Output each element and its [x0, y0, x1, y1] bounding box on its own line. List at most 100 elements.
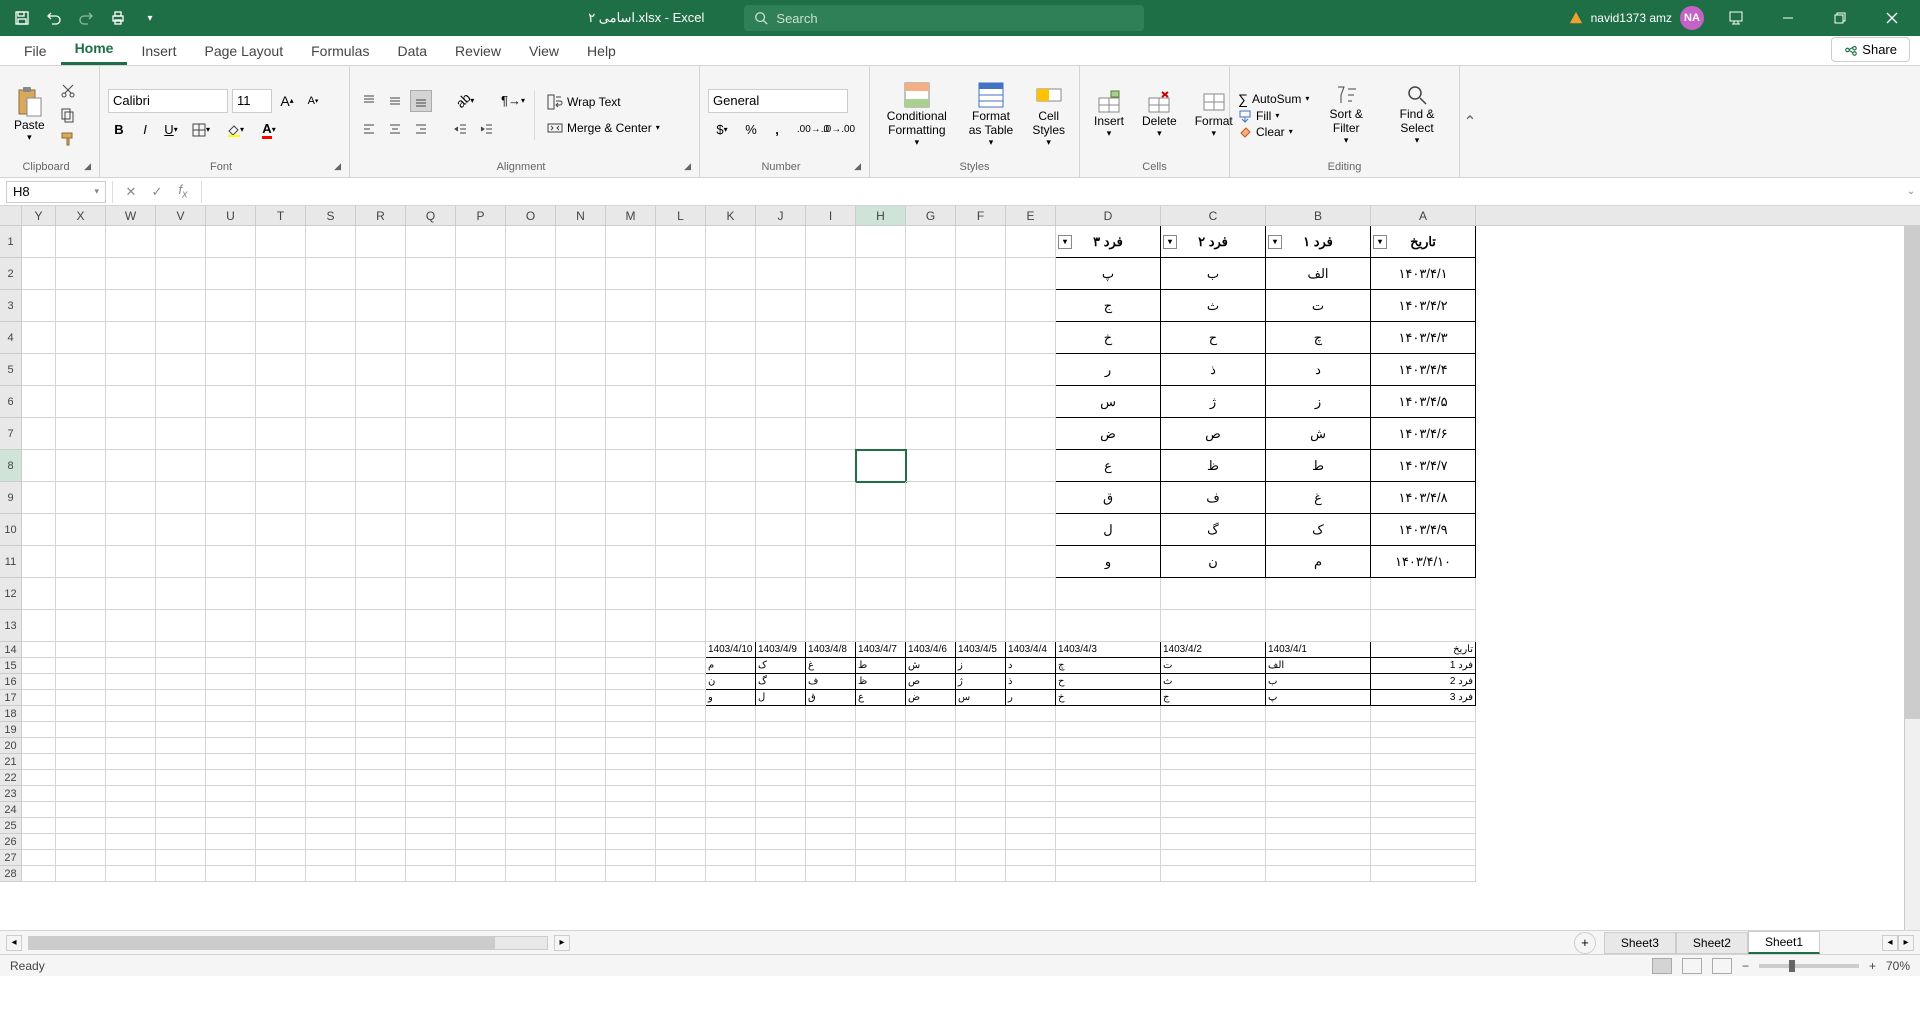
cell-I25[interactable]	[806, 818, 856, 834]
cell-T4[interactable]	[256, 322, 306, 354]
cell-E4[interactable]	[1006, 322, 1056, 354]
cell-D28[interactable]	[1056, 866, 1161, 882]
cell-B16[interactable]: ب	[1266, 674, 1371, 690]
cell-D11[interactable]: و	[1056, 546, 1161, 578]
column-header-T[interactable]: T	[256, 206, 306, 225]
cell-T18[interactable]	[256, 706, 306, 722]
cell-V19[interactable]	[156, 722, 206, 738]
cell-N4[interactable]	[556, 322, 606, 354]
cell-I14[interactable]: 1403/4/8	[806, 642, 856, 658]
cell-F19[interactable]	[956, 722, 1006, 738]
cell-Y8[interactable]	[22, 450, 56, 482]
cell-P26[interactable]	[456, 834, 506, 850]
cell-D10[interactable]: ل	[1056, 514, 1161, 546]
cell-N15[interactable]	[556, 658, 606, 674]
cell-E27[interactable]	[1006, 850, 1056, 866]
cell-T3[interactable]	[256, 290, 306, 322]
number-dialog-launcher[interactable]: ◢	[854, 161, 861, 172]
cell-Y20[interactable]	[22, 738, 56, 754]
cell-I10[interactable]	[806, 514, 856, 546]
column-header-Q[interactable]: Q	[406, 206, 456, 225]
cell-K23[interactable]	[706, 786, 756, 802]
cell-O13[interactable]	[506, 610, 556, 642]
cell-E18[interactable]	[1006, 706, 1056, 722]
cell-F16[interactable]: ژ	[956, 674, 1006, 690]
cell-W27[interactable]	[106, 850, 156, 866]
cell-I23[interactable]	[806, 786, 856, 802]
cell-K7[interactable]	[706, 418, 756, 450]
cell-E25[interactable]	[1006, 818, 1056, 834]
cell-S14[interactable]	[306, 642, 356, 658]
cell-Y13[interactable]	[22, 610, 56, 642]
insert-function-button[interactable]: fx	[171, 181, 195, 203]
cell-Q13[interactable]	[406, 610, 456, 642]
cell-L11[interactable]	[656, 546, 706, 578]
cell-F25[interactable]	[956, 818, 1006, 834]
row-header-10[interactable]: 10	[0, 514, 22, 546]
cell-Q16[interactable]	[406, 674, 456, 690]
cell-H7[interactable]	[856, 418, 906, 450]
cell-Q17[interactable]	[406, 690, 456, 706]
cell-B2[interactable]: الف	[1266, 258, 1371, 290]
cell-T16[interactable]	[256, 674, 306, 690]
cell-E5[interactable]	[1006, 354, 1056, 386]
sheet-tab-sheet3[interactable]: Sheet3	[1604, 932, 1676, 954]
cell-W8[interactable]	[106, 450, 156, 482]
sheet-nav-right[interactable]: ▸	[1898, 935, 1914, 951]
cell-F1[interactable]	[956, 226, 1006, 258]
tab-help[interactable]: Help	[573, 37, 630, 65]
cell-U12[interactable]	[206, 578, 256, 610]
cell-H14[interactable]: 1403/4/7	[856, 642, 906, 658]
italic-button[interactable]: I	[134, 119, 156, 141]
ribbon-display-icon[interactable]	[1716, 3, 1756, 33]
cell-U25[interactable]	[206, 818, 256, 834]
accounting-format-button[interactable]: $▾	[708, 119, 736, 141]
cell-P3[interactable]	[456, 290, 506, 322]
cell-B24[interactable]	[1266, 802, 1371, 818]
cell-X22[interactable]	[56, 770, 106, 786]
cell-A12[interactable]	[1371, 578, 1476, 610]
cell-Y6[interactable]	[22, 386, 56, 418]
cell-A16[interactable]: فرد 2	[1371, 674, 1476, 690]
cell-B13[interactable]	[1266, 610, 1371, 642]
cell-J27[interactable]	[756, 850, 806, 866]
cell-H5[interactable]	[856, 354, 906, 386]
cell-R21[interactable]	[356, 754, 406, 770]
cell-I8[interactable]	[806, 450, 856, 482]
cell-P11[interactable]	[456, 546, 506, 578]
orientation-button[interactable]: ab▾	[450, 90, 480, 112]
cell-J28[interactable]	[756, 866, 806, 882]
cell-N7[interactable]	[556, 418, 606, 450]
cell-Q28[interactable]	[406, 866, 456, 882]
cell-T10[interactable]	[256, 514, 306, 546]
cell-J26[interactable]	[756, 834, 806, 850]
cell-Q24[interactable]	[406, 802, 456, 818]
cell-P27[interactable]	[456, 850, 506, 866]
cell-A24[interactable]	[1371, 802, 1476, 818]
cell-P19[interactable]	[456, 722, 506, 738]
cell-Q11[interactable]	[406, 546, 456, 578]
cell-M18[interactable]	[606, 706, 656, 722]
cell-V7[interactable]	[156, 418, 206, 450]
cell-T7[interactable]	[256, 418, 306, 450]
cell-M5[interactable]	[606, 354, 656, 386]
increase-font-button[interactable]: A▴	[276, 90, 298, 112]
zoom-slider[interactable]	[1759, 964, 1859, 968]
cell-M11[interactable]	[606, 546, 656, 578]
cell-Y10[interactable]	[22, 514, 56, 546]
align-right-button[interactable]	[410, 118, 432, 140]
cell-A3[interactable]: ۱۴۰۳/۴/۲	[1371, 290, 1476, 322]
cell-S18[interactable]	[306, 706, 356, 722]
column-header-J[interactable]: J	[756, 206, 806, 225]
cell-L18[interactable]	[656, 706, 706, 722]
cell-D24[interactable]	[1056, 802, 1161, 818]
filter-button[interactable]: ▾	[1058, 235, 1072, 249]
column-header-K[interactable]: K	[706, 206, 756, 225]
cell-J19[interactable]	[756, 722, 806, 738]
cell-M10[interactable]	[606, 514, 656, 546]
cell-Q14[interactable]	[406, 642, 456, 658]
cell-O5[interactable]	[506, 354, 556, 386]
cell-C20[interactable]	[1161, 738, 1266, 754]
cell-K14[interactable]: 1403/4/10	[706, 642, 756, 658]
collapse-ribbon-button[interactable]: ⌃	[1460, 66, 1480, 177]
